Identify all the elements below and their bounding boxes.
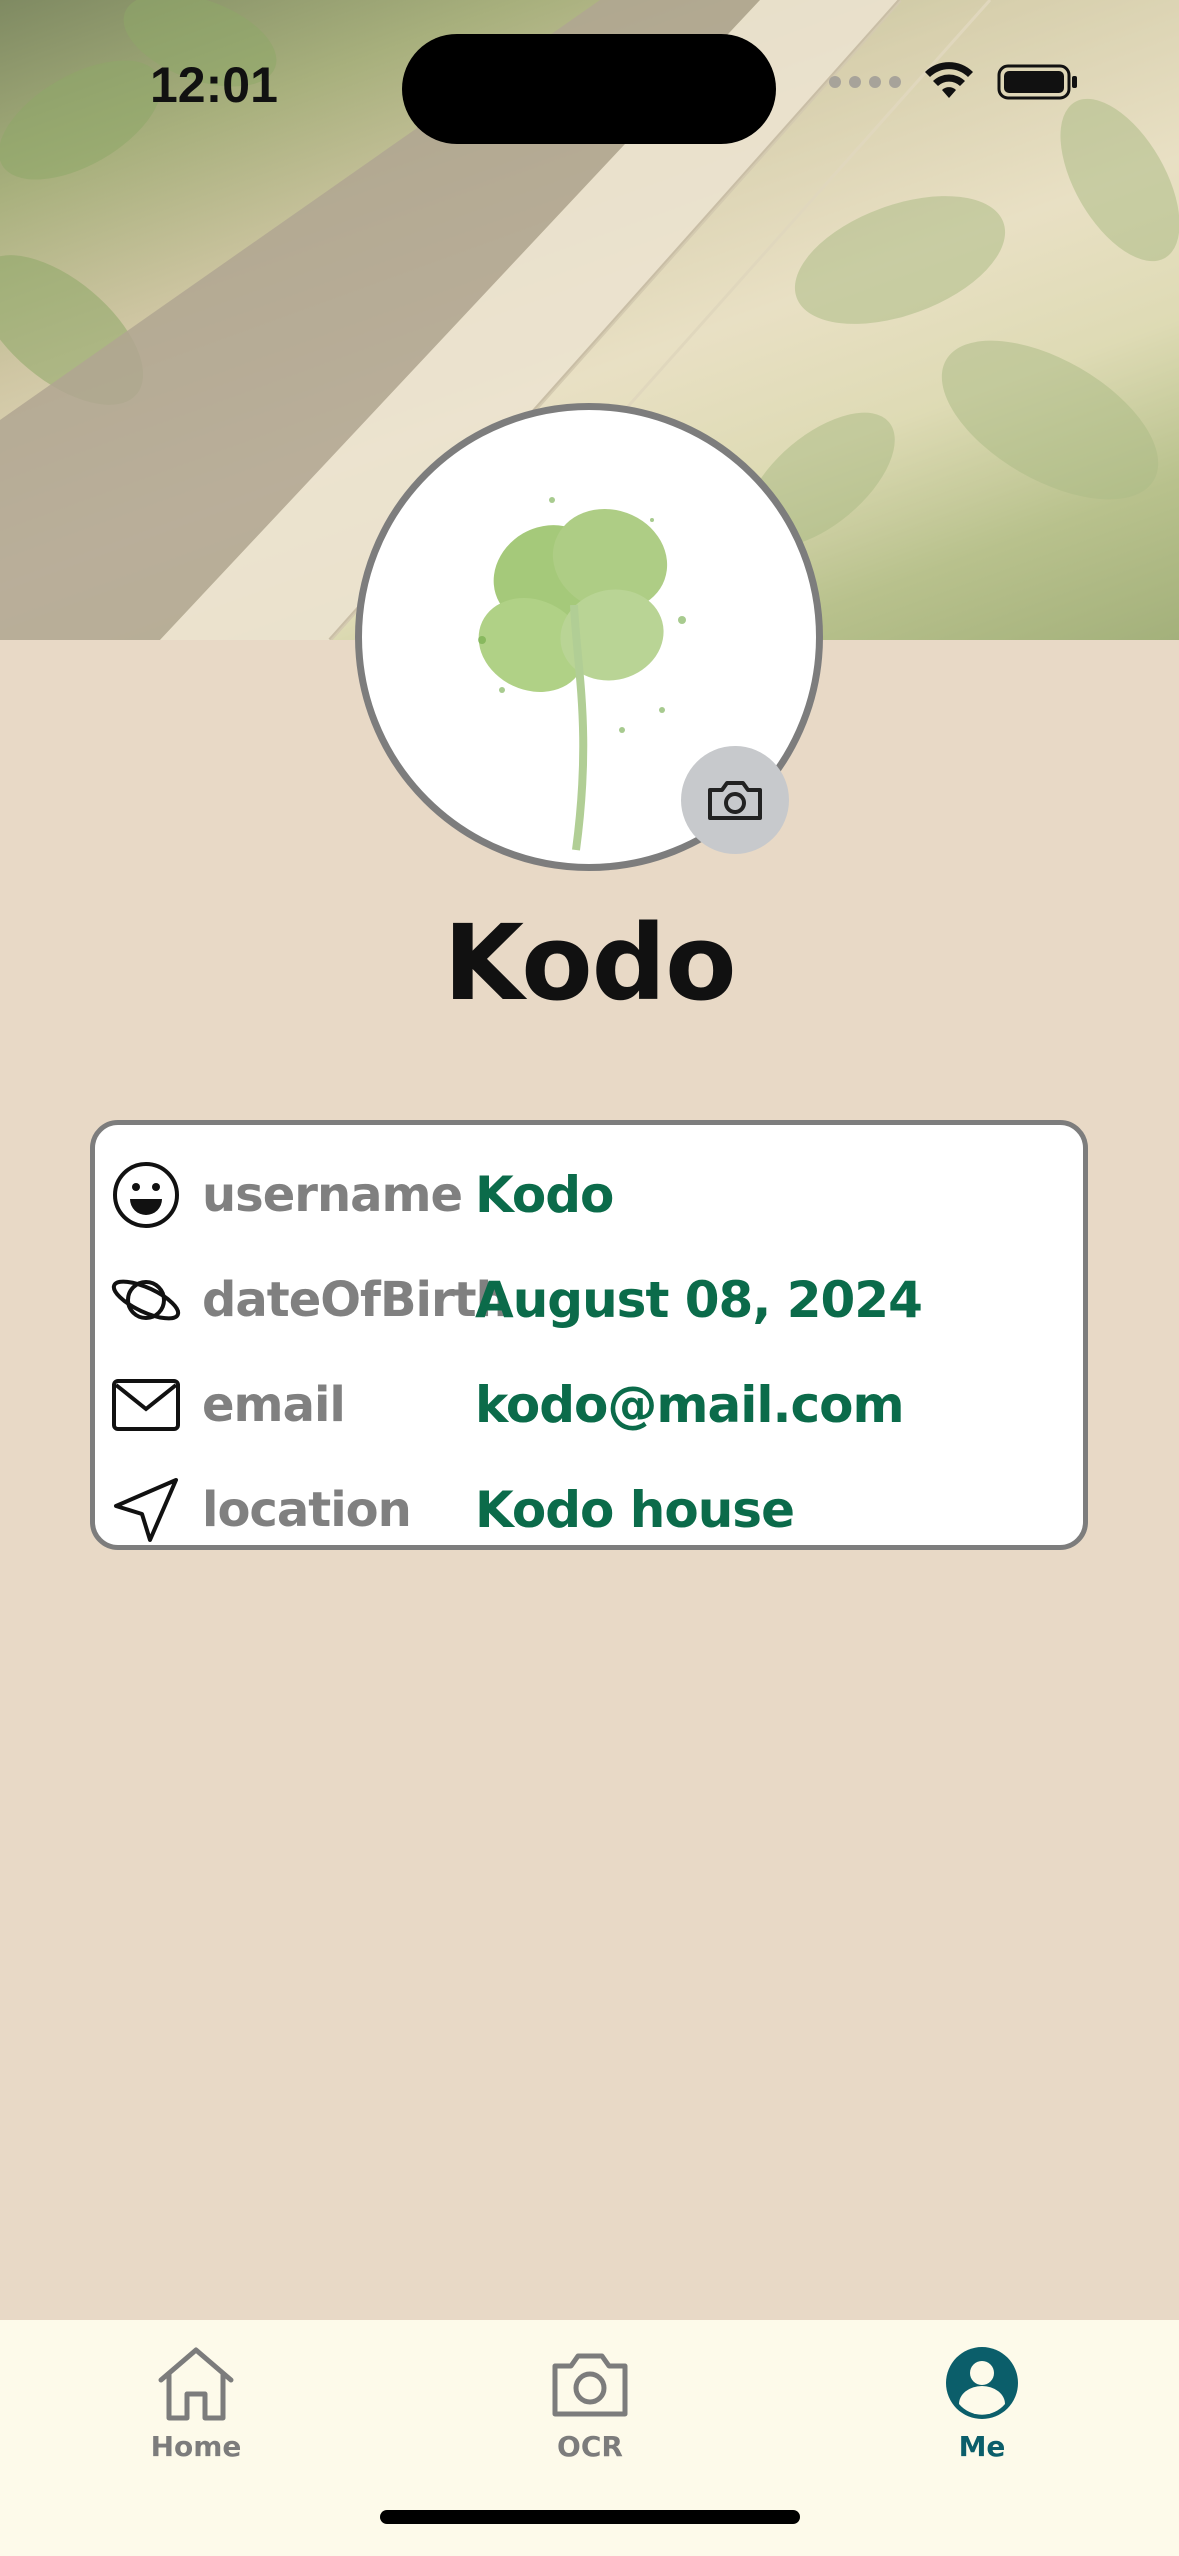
info-value[interactable]: kodo@mail.com — [475, 1376, 905, 1434]
status-indicators — [829, 62, 1079, 102]
tab-ocr[interactable]: OCR — [490, 2340, 690, 2490]
home-indicator[interactable] — [380, 2510, 800, 2524]
home-icon — [158, 2347, 234, 2421]
planet-icon — [111, 1279, 181, 1320]
profile-info-card: username Kodo dateOfBirth August 08, 202… — [90, 1120, 1088, 1550]
tab-label: Home — [150, 2430, 242, 2463]
status-time: 12:01 — [150, 57, 278, 113]
info-value: Kodo — [475, 1165, 614, 1224]
tab-label: Me — [958, 2430, 1006, 2463]
camera-icon — [552, 2353, 628, 2417]
info-label: email — [202, 1376, 346, 1433]
tab-label: OCR — [557, 2430, 623, 2463]
wifi-icon — [925, 62, 973, 98]
info-value: Kodo house — [475, 1480, 795, 1539]
info-label: location — [202, 1481, 412, 1538]
info-value: August 08, 2024 — [475, 1270, 923, 1329]
dynamic-island — [402, 34, 776, 144]
battery-icon — [997, 64, 1077, 100]
info-row-dateofbirth: dateOfBirth August 08, 2024 — [95, 1247, 1083, 1352]
mail-icon — [112, 1378, 180, 1431]
profile-screen: 12:01 Kodo username Kodo dateOfBirth Aug… — [0, 0, 1179, 2556]
tab-me[interactable]: Me — [882, 2340, 1082, 2490]
location-arrow-icon — [114, 1477, 178, 1542]
smiley-icon — [113, 1161, 179, 1228]
info-label: dateOfBirth — [202, 1271, 510, 1328]
cellular-signal-icon — [829, 76, 901, 88]
tab-home[interactable]: Home — [96, 2340, 296, 2490]
info-row-location: location Kodo house — [95, 1457, 1083, 1562]
change-avatar-button[interactable] — [681, 746, 789, 854]
profile-name: Kodo — [443, 902, 736, 1024]
info-label: username — [202, 1166, 463, 1223]
user-circle-icon — [946, 2347, 1018, 2419]
info-row-email: email kodo@mail.com — [95, 1352, 1083, 1457]
camera-icon — [708, 781, 762, 820]
info-row-username: username Kodo — [95, 1142, 1083, 1247]
